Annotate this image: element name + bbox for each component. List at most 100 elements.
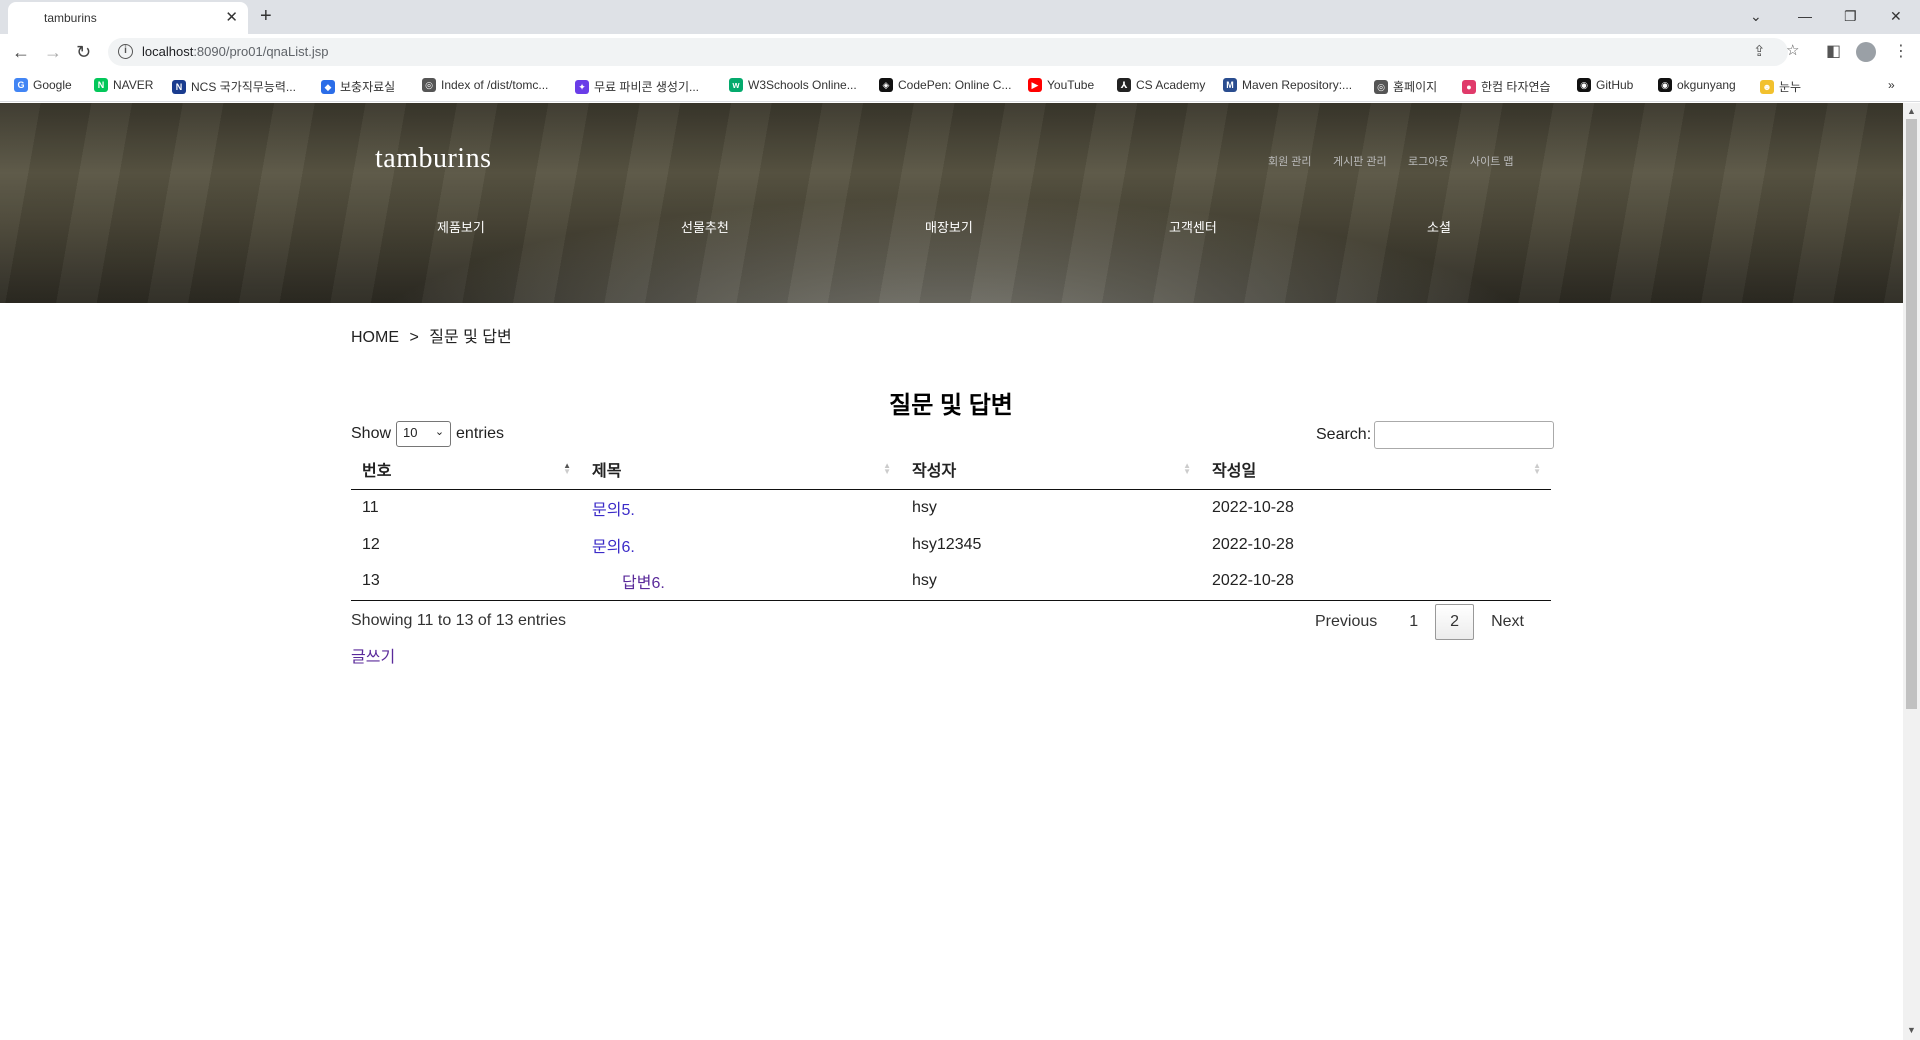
util-link-logout[interactable]: 로그아웃: [1408, 153, 1448, 169]
nav-products[interactable]: 제품보기: [437, 217, 485, 236]
scroll-down-icon[interactable]: ▼: [1907, 1025, 1916, 1035]
breadcrumb-current: 질문 및 답변: [429, 329, 512, 346]
page-button-2[interactable]: 2: [1435, 604, 1475, 640]
url-text[interactable]: localhost:8090/pro01/qnaList.jsp: [142, 44, 328, 59]
bookmark-label: 눈누: [1779, 80, 1802, 94]
bookmark-item[interactable]: M Maven Repository:...: [1223, 78, 1352, 92]
bookmark-label: 홈페이지: [1393, 80, 1438, 94]
bookmark-item[interactable]: ◉ GitHub: [1577, 78, 1633, 92]
bookmark-item[interactable]: N NCS 국가직무능력...: [172, 78, 296, 95]
side-panel-icon[interactable]: ◧: [1826, 41, 1841, 61]
bookmark-favicon-icon: ▶: [1028, 78, 1042, 92]
util-link-sitemap[interactable]: 사이트 맵: [1470, 153, 1514, 169]
row-title-link[interactable]: 답변6.: [622, 575, 665, 592]
back-icon[interactable]: ←: [12, 40, 30, 64]
table-header-row: 번호 ▲ ▼ 제목 ▲ ▼ 작성자 ▲ ▼ 작성일 ▲ ▼: [351, 449, 1551, 490]
bookmark-label: GitHub: [1596, 78, 1634, 92]
page-length-select[interactable]: 10 ⌄: [396, 421, 452, 447]
bookmark-label: Google: [33, 78, 72, 92]
row-title-link[interactable]: 문의6.: [592, 539, 635, 556]
bookmark-item[interactable]: ◈ CodePen: Online C...: [879, 78, 1011, 92]
bookmark-label: okgunyang: [1677, 78, 1736, 92]
bookmark-favicon-icon: G: [14, 78, 28, 92]
write-post-link[interactable]: 글쓰기: [351, 643, 395, 667]
next-page-button[interactable]: Next: [1476, 604, 1539, 640]
close-tab-icon[interactable]: ✕: [225, 8, 238, 28]
previous-page-button[interactable]: Previous: [1300, 604, 1392, 640]
bookmark-item[interactable]: ◉ okgunyang: [1658, 78, 1736, 92]
bookmark-item[interactable]: ☻ 눈누: [1760, 78, 1801, 95]
bookmark-item[interactable]: G Google: [14, 78, 72, 92]
bookmark-star-icon[interactable]: ☆: [1786, 41, 1799, 59]
bookmark-label: 무료 파비콘 생성기...: [594, 80, 699, 94]
bookmark-favicon-icon: ◆: [321, 79, 335, 94]
tab-search-icon[interactable]: ⌄: [1750, 6, 1762, 26]
nav-customer-center[interactable]: 고객센터: [1169, 217, 1217, 236]
table-info: Showing 11 to 13 of 13 entries: [351, 612, 566, 629]
more-bookmarks-icon[interactable]: »: [1888, 78, 1895, 92]
share-icon[interactable]: ⇪: [1753, 42, 1766, 60]
address-bar[interactable]: i localhost:8090/pro01/qnaList.jsp ⇪ ☆: [108, 38, 1799, 66]
bookmark-label: 한컴 타자연습: [1481, 80, 1551, 94]
row-date: 2022-10-28: [1201, 563, 1551, 601]
bookmark-label: 보충자료실: [340, 80, 396, 94]
bookmark-label: Maven Repository:...: [1242, 78, 1353, 92]
column-header-author[interactable]: 작성자 ▲ ▼: [901, 449, 1201, 490]
scroll-up-icon[interactable]: ▲: [1907, 106, 1916, 116]
row-author: hsy: [901, 563, 1201, 601]
bookmark-item[interactable]: ▶ YouTube: [1028, 78, 1094, 92]
bookmark-item[interactable]: ◆ 보충자료실: [321, 78, 395, 95]
window-close-icon[interactable]: ✕: [1890, 6, 1902, 26]
chevron-down-icon: ⌄: [434, 426, 445, 438]
bookmark-item[interactable]: ✦ 무료 파비콘 생성기...: [575, 78, 699, 95]
bookmark-item[interactable]: ⅄ CS Academy: [1117, 78, 1205, 92]
site-logo[interactable]: tamburins: [375, 143, 492, 175]
menu-kebab-icon[interactable]: ⋮: [1893, 41, 1909, 61]
nav-stores[interactable]: 매장보기: [925, 217, 973, 236]
tab-title: tamburins: [44, 11, 97, 25]
row-number: 13: [351, 563, 581, 601]
browser-tab-active[interactable]: tamburins ✕: [8, 2, 248, 34]
bookmark-item[interactable]: ◎ Index of /dist/tomc...: [422, 78, 548, 92]
bookmark-label: W3Schools Online...: [748, 78, 857, 92]
page-scrollbar[interactable]: ▲ ▼: [1903, 103, 1920, 1040]
search-input[interactable]: [1374, 421, 1555, 449]
bookmark-item[interactable]: N NAVER: [94, 78, 153, 92]
reload-icon[interactable]: ↻: [76, 40, 91, 64]
bookmark-item[interactable]: ◎ 홈페이지: [1374, 78, 1437, 95]
search-control: Search:: [1316, 421, 1555, 449]
util-link-member-admin[interactable]: 회원 관리: [1268, 153, 1312, 169]
breadcrumb-separator: >: [409, 329, 419, 346]
table-row: 12 문의6. hsy12345 2022-10-28: [351, 526, 1551, 563]
header-banner: tamburins 회원 관리 게시판 관리 로그아웃 사이트 맵 제품보기 선…: [0, 103, 1903, 303]
column-header-number[interactable]: 번호 ▲ ▼: [351, 449, 581, 490]
nav-social[interactable]: 소셜: [1427, 217, 1451, 236]
site-info-icon[interactable]: i: [118, 44, 133, 59]
bookmark-favicon-icon: ✦: [575, 79, 589, 94]
bookmark-label: CS Academy: [1136, 78, 1206, 92]
page-button-1[interactable]: 1: [1394, 604, 1433, 640]
row-author: hsy12345: [912, 535, 982, 553]
column-header-title[interactable]: 제목 ▲ ▼: [581, 449, 901, 490]
row-title-link[interactable]: 문의5.: [592, 502, 635, 519]
banner-texture: [0, 103, 1903, 303]
column-header-date[interactable]: 작성일 ▲ ▼: [1201, 449, 1551, 490]
forward-icon[interactable]: →: [44, 40, 62, 64]
nav-gift[interactable]: 선물추천: [681, 217, 729, 236]
qna-table: 번호 ▲ ▼ 제목 ▲ ▼ 작성자 ▲ ▼ 작성일 ▲ ▼ 11 문의5. hsy 2022-1…: [351, 449, 1551, 601]
page-length-control: Show 10 ⌄ entries: [351, 421, 504, 447]
breadcrumb-home[interactable]: HOME: [351, 329, 399, 346]
new-tab-icon[interactable]: +: [260, 4, 272, 28]
bookmark-item[interactable]: ● 한컴 타자연습: [1462, 78, 1551, 95]
page-title: 질문 및 답변: [889, 392, 1013, 419]
bookmark-item[interactable]: w W3Schools Online...: [729, 78, 857, 92]
scrollbar-thumb[interactable]: [1906, 119, 1917, 709]
minimize-icon[interactable]: —: [1798, 6, 1812, 26]
util-link-board-admin[interactable]: 게시판 관리: [1333, 153, 1387, 169]
profile-avatar[interactable]: [1856, 42, 1876, 62]
page-length-value: 10: [403, 425, 418, 440]
bookmark-favicon-icon: ◎: [422, 78, 436, 92]
page-viewport: tamburins 회원 관리 게시판 관리 로그아웃 사이트 맵 제품보기 선…: [0, 103, 1903, 1040]
bookmark-label: CodePen: Online C...: [898, 78, 1012, 92]
restore-icon[interactable]: ❐: [1844, 6, 1857, 26]
